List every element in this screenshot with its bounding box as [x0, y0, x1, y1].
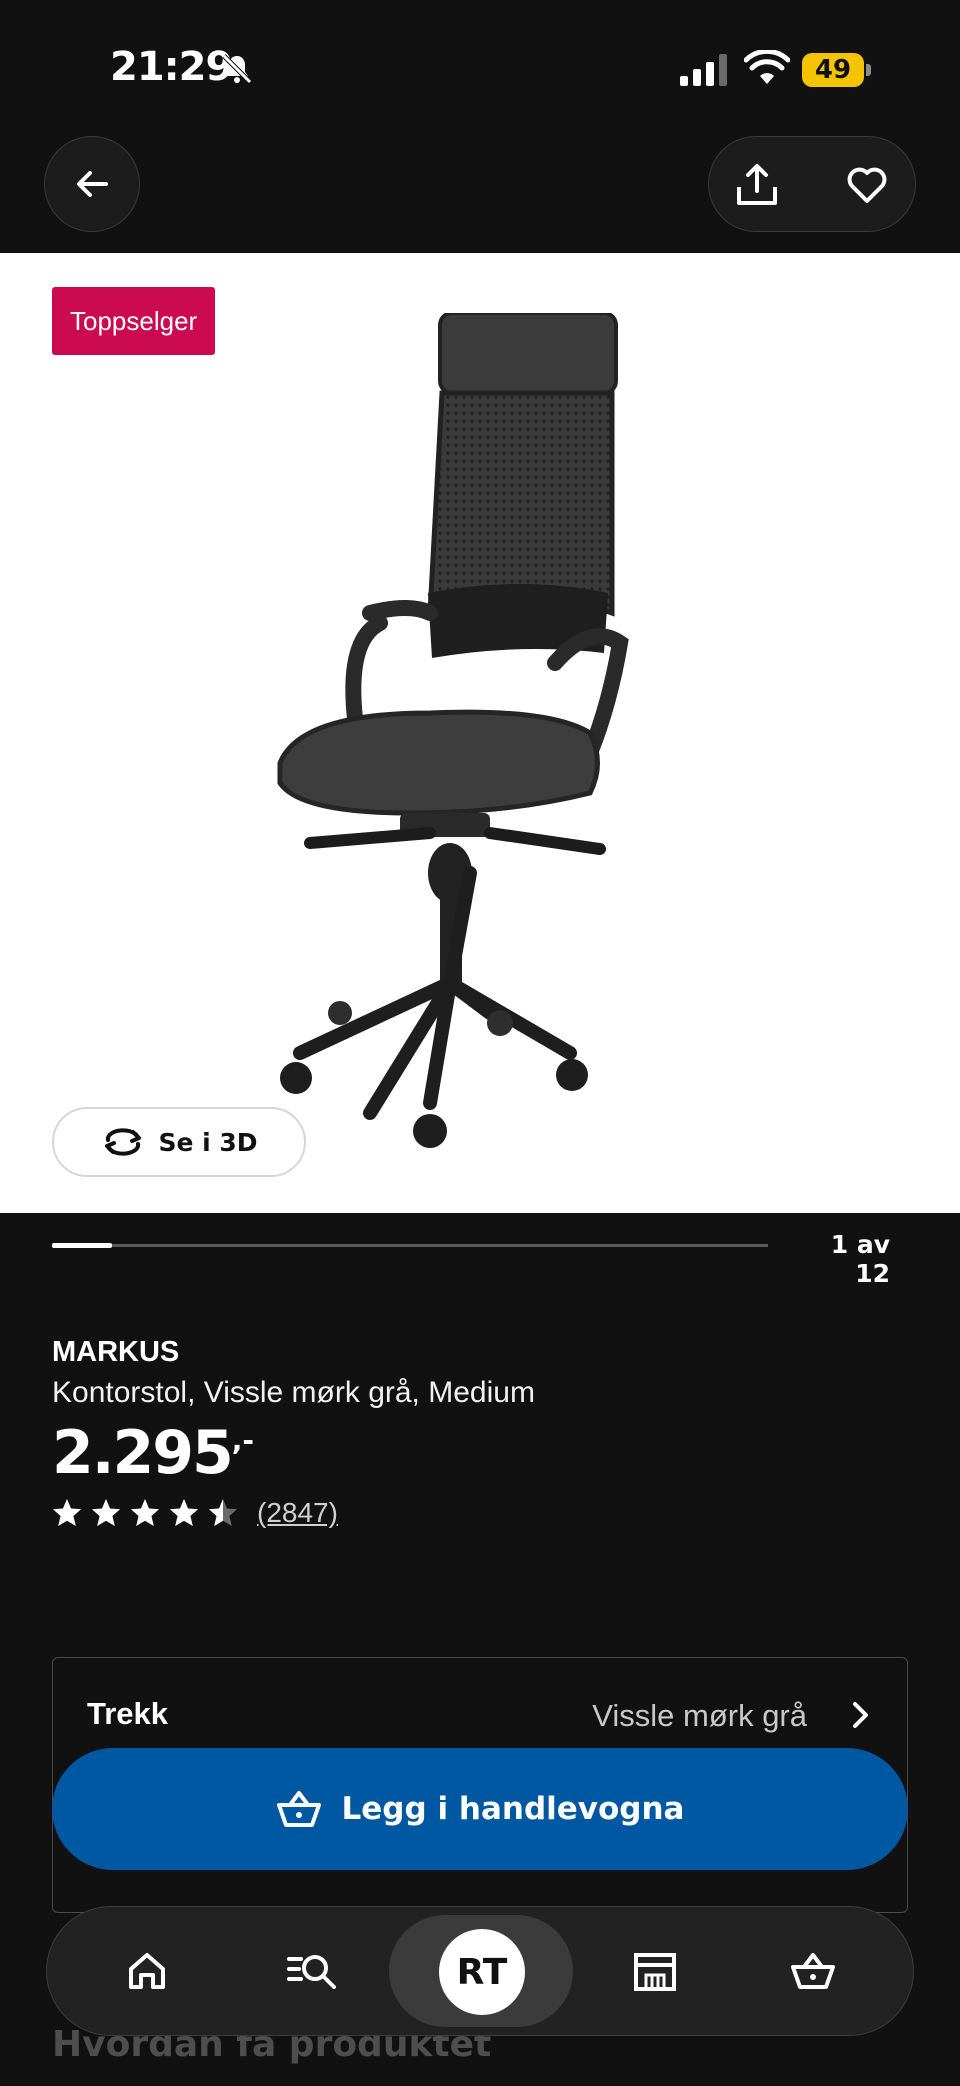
option-value: Vissle mørk grå [592, 1698, 807, 1733]
star-icon [170, 1499, 198, 1526]
wifi-icon [744, 50, 790, 84]
star-icon [131, 1499, 159, 1526]
nav-profile[interactable]: RT [389, 1915, 573, 2027]
nav-search[interactable] [273, 1931, 353, 2011]
favorite-button[interactable] [837, 155, 897, 215]
review-count-link[interactable]: (2847) [257, 1497, 338, 1529]
header-actions [708, 136, 916, 232]
product-image-carousel[interactable]: Toppselger Se i 3D [0, 253, 960, 1213]
heart-icon [847, 167, 887, 203]
avatar: RT [439, 1929, 525, 2015]
product-description: Kontorstol, Vissle mørk grå, Medium [52, 1376, 535, 1409]
view-3d-label: Se i 3D [158, 1127, 258, 1157]
nav-stores[interactable] [615, 1931, 695, 2011]
nav-cart[interactable] [773, 1931, 853, 2011]
share-icon [737, 164, 777, 205]
option-label: Trekk [87, 1696, 169, 1731]
add-to-cart-button[interactable]: Legg i handlevogna [52, 1748, 908, 1870]
store-icon [634, 1953, 676, 1991]
cart-icon [791, 1953, 835, 1989]
cart-icon [276, 1791, 321, 1827]
battery-icon: 49 [802, 53, 871, 87]
chevron-right-icon [853, 1702, 868, 1728]
home-icon [129, 1953, 165, 1989]
share-button[interactable] [727, 155, 787, 215]
rating-stars [52, 1498, 247, 1528]
back-button[interactable] [44, 136, 140, 232]
carousel-progress-fill [52, 1243, 112, 1248]
price-suffix: ,- [231, 1424, 255, 1457]
status-time: 21:29 [110, 44, 233, 90]
signal-icon [680, 54, 727, 86]
star-icon [53, 1499, 81, 1526]
product-price: 2.295,- [52, 1418, 254, 1488]
bestseller-badge: Toppselger [52, 287, 216, 355]
bell-slash-icon [222, 54, 252, 84]
rating[interactable]: (2847) [52, 1497, 338, 1529]
arrow-left-icon [77, 171, 108, 197]
product-image [277, 313, 629, 1148]
battery-percent: 49 [814, 55, 852, 85]
carousel-counter: 1 av 12 [830, 1230, 890, 1288]
star-icon [92, 1499, 120, 1526]
nav-home[interactable] [107, 1931, 187, 2011]
product-name: MARKUS [52, 1336, 180, 1368]
rotate-3d-icon [105, 1128, 142, 1156]
view-3d-button[interactable]: Se i 3D [52, 1107, 306, 1177]
price-value: 2.295 [52, 1418, 234, 1488]
bottom-navigation: RT [46, 1906, 914, 2036]
add-to-cart-label: Legg i handlevogna [341, 1791, 685, 1827]
search-list-icon [287, 1955, 336, 1989]
star-icon [209, 1499, 237, 1526]
carousel-progress-track [52, 1243, 768, 1248]
